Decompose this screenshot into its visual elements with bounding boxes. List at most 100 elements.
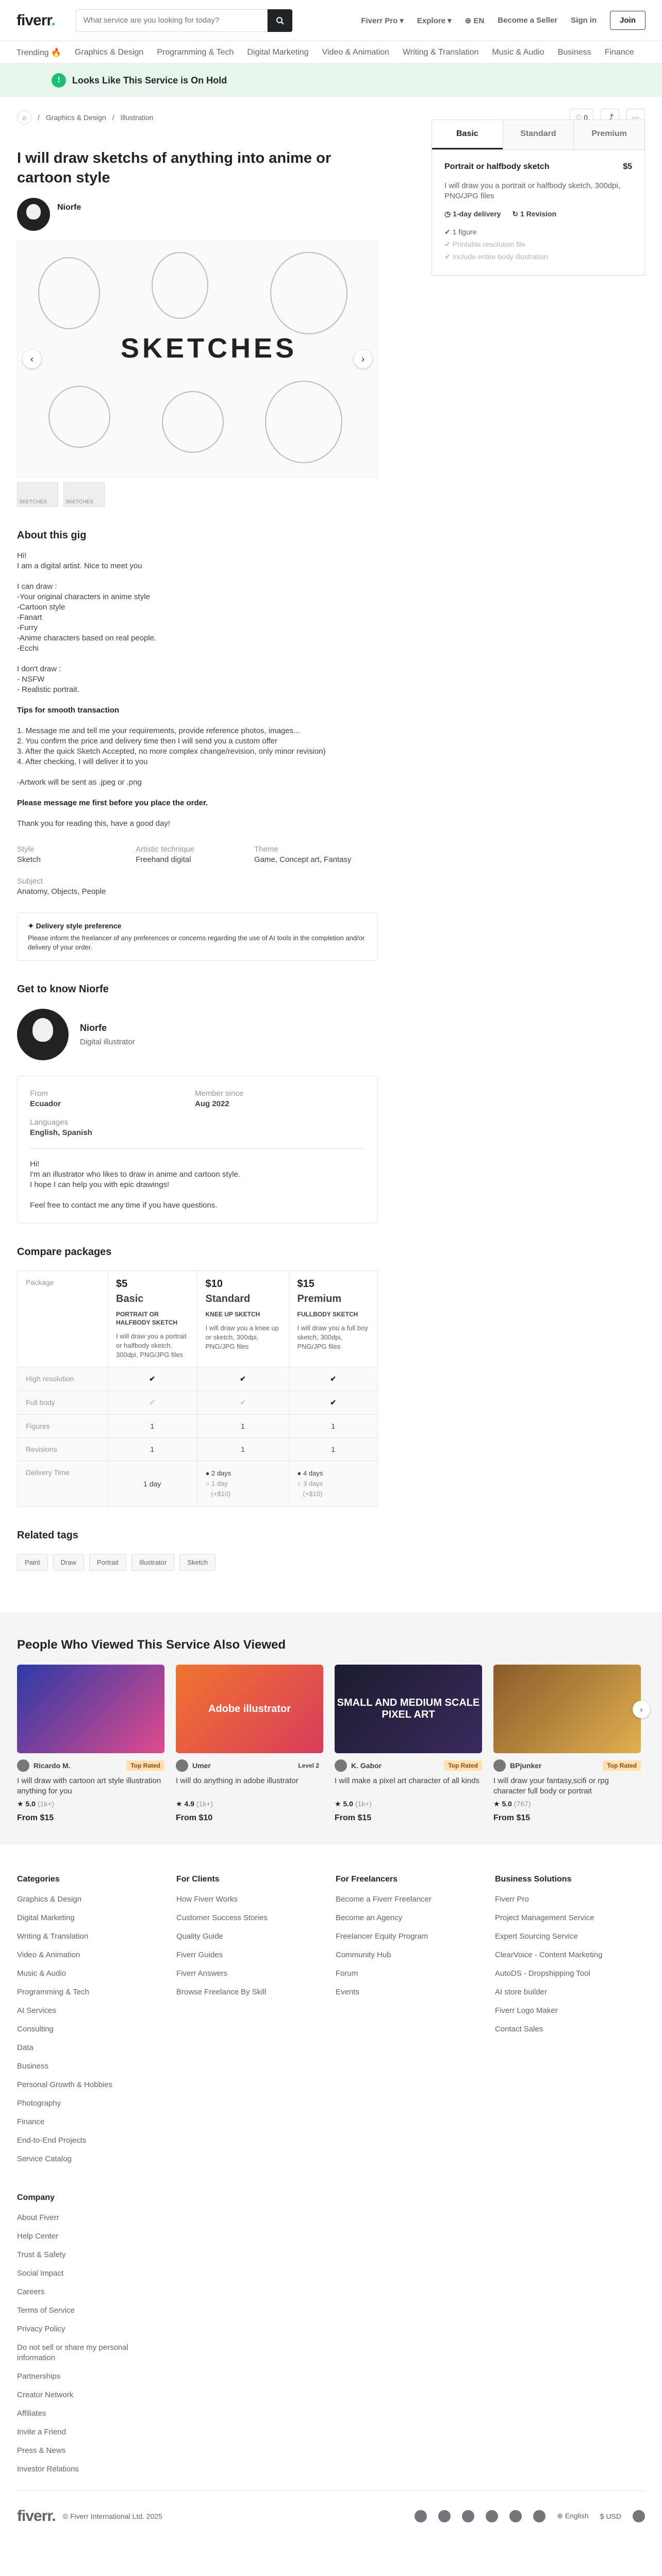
seller-avatar[interactable] <box>335 1759 347 1772</box>
gig-card[interactable]: Adobe illustrator Umer Level 2 I will do … <box>176 1665 323 1823</box>
footer-link[interactable]: Browse Freelance By Skill <box>176 1987 336 1997</box>
facebook-icon[interactable] <box>486 2510 499 2522</box>
gig-card-title[interactable]: I will draw with cartoon art style illus… <box>17 1776 164 1797</box>
footer-link[interactable]: How Fiverr Works <box>176 1894 336 1905</box>
category-item[interactable]: Programming & Tech <box>157 48 234 57</box>
seller-name[interactable]: K. Gabor <box>351 1761 382 1770</box>
category-item[interactable]: Trending 🔥 <box>16 47 61 58</box>
category-item[interactable]: Video & Animation <box>322 48 389 57</box>
category-item[interactable]: Business <box>558 48 591 57</box>
delivery-option-radio[interactable]: ○ 1 day (+$10) <box>206 1479 280 1499</box>
tag-item[interactable]: Paint <box>17 1554 48 1571</box>
tag-item[interactable]: Illustrator <box>131 1554 175 1571</box>
footer-link[interactable]: Writing & Translation <box>17 1931 176 1942</box>
breadcrumb-illustration[interactable]: Illustration <box>121 113 154 122</box>
accessibility-icon[interactable] <box>633 2510 645 2522</box>
footer-link[interactable]: Programming & Tech <box>17 1987 176 1997</box>
seller-name[interactable]: Umer <box>192 1761 211 1770</box>
footer-link[interactable]: Service Catalog <box>17 2154 176 2164</box>
footer-link[interactable]: Fiverr Pro <box>495 1894 645 1905</box>
footer-link[interactable]: Investor Relations <box>17 2464 136 2475</box>
gallery-next-button[interactable]: › <box>354 350 372 368</box>
footer-link[interactable]: Fiverr Logo Maker <box>495 2006 645 2016</box>
gallery-thumbnail[interactable]: SKETCHES <box>17 482 58 507</box>
breadcrumb-graphics[interactable]: Graphics & Design <box>46 113 106 122</box>
nav-language[interactable]: ⊕ EN <box>465 16 485 25</box>
seller-avatar-large[interactable] <box>17 1009 69 1060</box>
footer-link[interactable]: Fiverr Answers <box>176 1969 336 1979</box>
footer-link[interactable]: Creator Network <box>17 2390 136 2400</box>
footer-link[interactable]: Become an Agency <box>336 1913 495 1923</box>
fiverr-logo[interactable]: fiverr. <box>16 12 56 29</box>
seller-avatar[interactable] <box>176 1759 188 1772</box>
gig-card-image[interactable]: SMALL AND MEDIUM SCALE PIXEL ART <box>335 1665 482 1753</box>
carousel-next-button[interactable]: › <box>633 1701 650 1718</box>
gig-card-image[interactable] <box>493 1665 641 1753</box>
footer-link[interactable]: Affiliates <box>17 2409 136 2419</box>
tab-premium[interactable]: Premium <box>573 120 645 149</box>
footer-link[interactable]: ClearVoice - Content Marketing <box>495 1950 645 1960</box>
pinterest-icon[interactable] <box>509 2510 522 2522</box>
footer-link[interactable]: AutoDS - Dropshipping Tool <box>495 1969 645 1979</box>
footer-link[interactable]: Finance <box>17 2117 176 2127</box>
search-input[interactable] <box>75 9 268 32</box>
footer-link[interactable]: Events <box>336 1987 495 1997</box>
seller-avatar[interactable] <box>17 198 50 231</box>
footer-link[interactable]: Invite a Friend <box>17 2427 136 2437</box>
search-button[interactable] <box>267 9 292 32</box>
seller-name[interactable]: Ricardo M. <box>34 1761 71 1770</box>
gig-card-image[interactable]: Adobe illustrator <box>176 1665 323 1753</box>
seller-name[interactable]: Niorfe <box>80 1023 135 1033</box>
linkedin-icon[interactable] <box>462 2510 475 2522</box>
instagram-icon[interactable] <box>438 2510 451 2522</box>
category-item[interactable]: Writing & Translation <box>403 48 478 57</box>
footer-link[interactable]: AI Services <box>17 2006 176 2016</box>
gig-card[interactable]: SMALL AND MEDIUM SCALE PIXEL ART K. Gabo… <box>335 1665 482 1823</box>
footer-link[interactable]: Business <box>17 2061 176 2072</box>
footer-link[interactable]: Data <box>17 2043 176 2053</box>
footer-link[interactable]: End-to-End Projects <box>17 2136 176 2146</box>
seller-avatar[interactable] <box>493 1759 506 1772</box>
footer-link[interactable]: Quality Guide <box>176 1931 336 1942</box>
footer-link[interactable]: Press & News <box>17 2446 136 2456</box>
footer-link[interactable]: Careers <box>17 2287 136 2297</box>
footer-link[interactable]: Trust & Safety <box>17 2250 136 2260</box>
seller-name[interactable]: Niorfe <box>57 203 81 212</box>
footer-link[interactable]: Fiverr Guides <box>176 1950 336 1960</box>
category-item[interactable]: Digital Marketing <box>247 48 308 57</box>
delivery-option-radio[interactable]: ● 2 days <box>206 1468 280 1479</box>
footer-link[interactable]: Forum <box>336 1969 495 1979</box>
gig-card-image[interactable] <box>17 1665 164 1753</box>
x-icon[interactable] <box>533 2510 546 2522</box>
tab-basic[interactable]: Basic <box>432 120 503 149</box>
footer-link[interactable]: Graphics & Design <box>17 1894 176 1905</box>
footer-logo[interactable]: fiverr. <box>17 2507 56 2525</box>
footer-link[interactable]: Freelancer Equity Program <box>336 1931 495 1942</box>
footer-link[interactable]: Personal Growth & Hobbies <box>17 2080 176 2090</box>
footer-link[interactable]: Contact Sales <box>495 2024 645 2035</box>
nav-become-seller[interactable]: Become a Seller <box>498 16 557 25</box>
gallery-thumbnail[interactable]: SKETCHES <box>63 482 105 507</box>
footer-link[interactable]: Digital Marketing <box>17 1913 176 1923</box>
footer-link[interactable]: Photography <box>17 2098 176 2109</box>
seller-name[interactable]: BPjunker <box>510 1761 541 1770</box>
footer-link[interactable]: Music & Audio <box>17 1969 176 1979</box>
tiktok-icon[interactable] <box>415 2510 427 2522</box>
gig-card[interactable]: Ricardo M. Top Rated I will draw with car… <box>17 1665 164 1823</box>
seller-avatar[interactable] <box>17 1759 29 1772</box>
gig-card-title[interactable]: I will make a pixel art character of all… <box>335 1776 482 1797</box>
gig-card-title[interactable]: I will draw your fantasy,scifi or rpg ch… <box>493 1776 641 1797</box>
footer-link[interactable]: About Fiverr <box>17 2213 136 2223</box>
gig-card[interactable]: BPjunker Top Rated I will draw your fanta… <box>493 1665 641 1823</box>
nav-sign-in[interactable]: Sign in <box>571 16 597 25</box>
category-item[interactable]: Graphics & Design <box>75 48 143 57</box>
footer-link[interactable]: Do not sell or share my personal informa… <box>17 2343 136 2363</box>
gallery-prev-button[interactable]: ‹ <box>23 350 41 368</box>
footer-link[interactable]: Partnerships <box>17 2371 136 2382</box>
footer-link[interactable]: Social Impact <box>17 2268 136 2279</box>
footer-link[interactable]: Consulting <box>17 2024 176 2035</box>
footer-link[interactable]: Become a Fiverr Freelancer <box>336 1894 495 1905</box>
language-selector[interactable]: ⊕ English <box>557 2512 589 2520</box>
delivery-option-radio[interactable]: ○ 3 days (+$10) <box>297 1479 369 1499</box>
nav-fiverr-pro[interactable]: Fiverr Pro ▾ <box>361 16 404 25</box>
